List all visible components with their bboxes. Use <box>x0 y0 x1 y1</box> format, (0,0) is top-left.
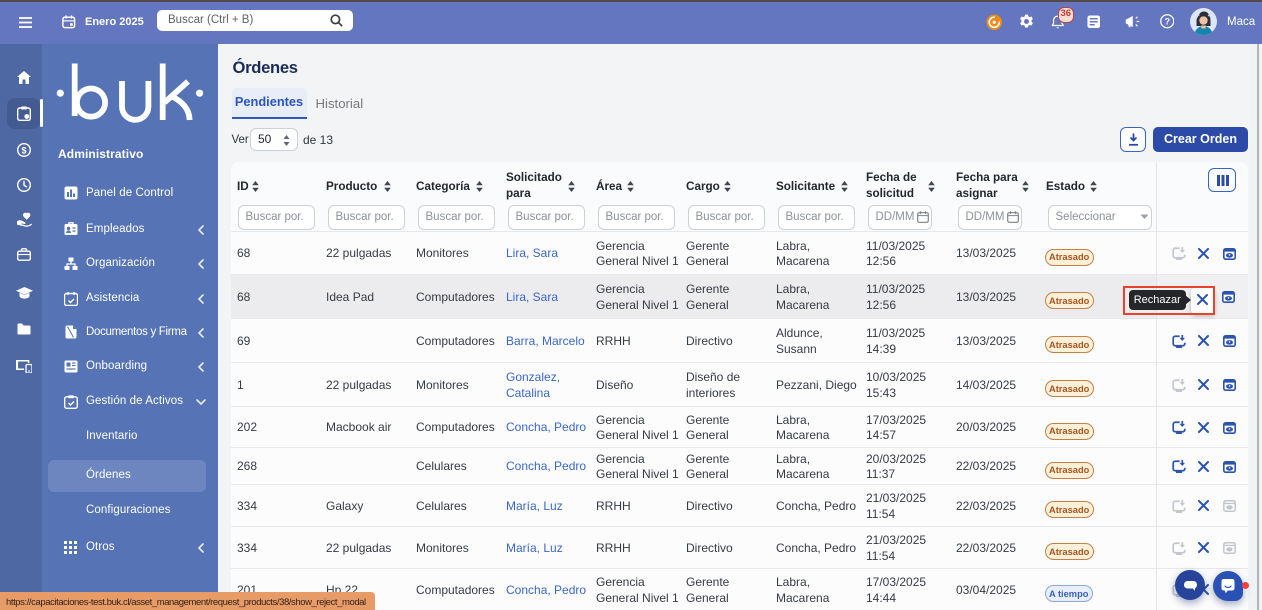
svg-text:?: ? <box>1164 16 1170 26</box>
svg-text:$: $ <box>21 145 26 155</box>
